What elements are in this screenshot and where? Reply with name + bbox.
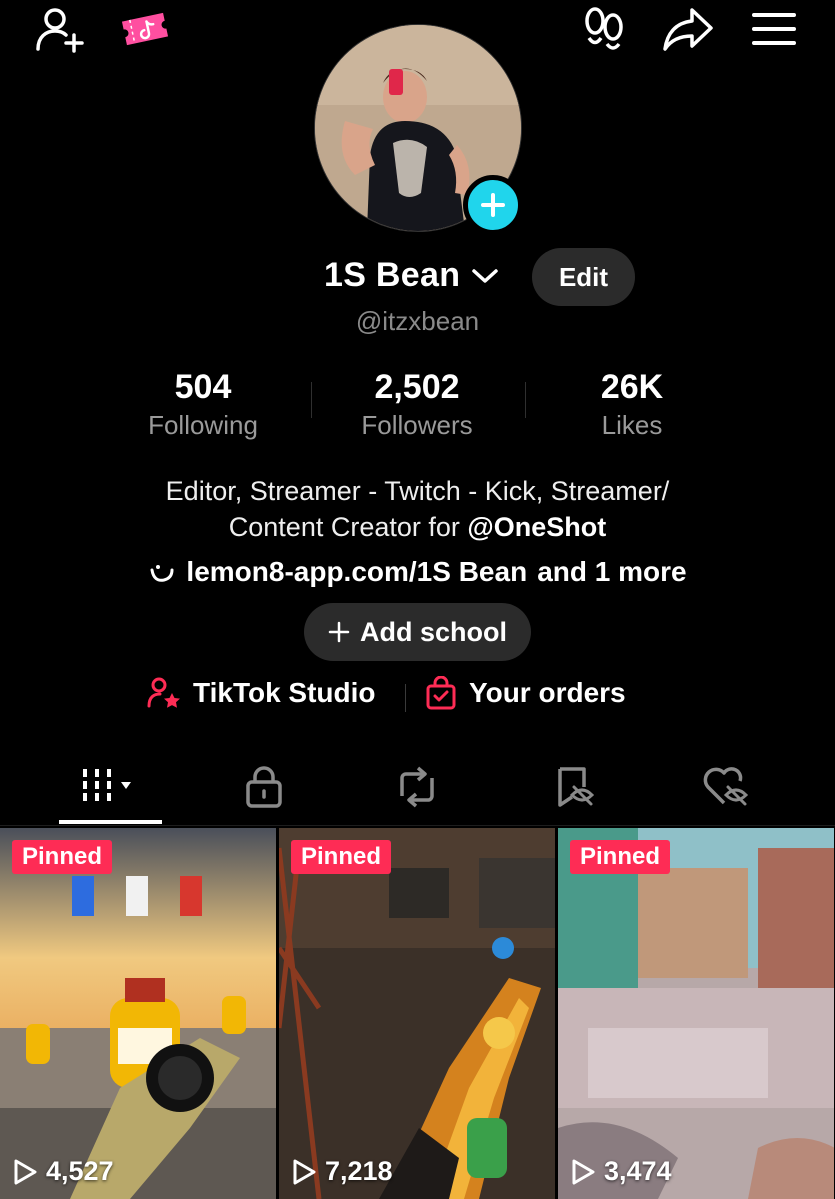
stat-label: Following (148, 410, 258, 440)
view-count: 4,527 (12, 1156, 114, 1187)
chevron-down-icon (472, 269, 498, 283)
smile-link-icon (150, 565, 174, 582)
pinned-badge: Pinned (570, 840, 671, 874)
video-thumbnail[interactable]: Pinned 7,218 (279, 828, 555, 1199)
view-count-value: 3,474 (604, 1156, 672, 1186)
add-story-button[interactable] (463, 175, 523, 235)
bio-link[interactable]: lemon8-app.com/1S Bean and 1 more (0, 556, 835, 588)
active-tab-indicator (59, 820, 162, 824)
stat-label: Likes (601, 410, 663, 440)
tabs-divider (0, 825, 835, 826)
add-school-label: Add school (360, 616, 507, 647)
stat-following[interactable]: 504 Following (96, 366, 310, 442)
ticket-button[interactable] (118, 2, 172, 56)
shopping-bag-icon (426, 676, 456, 710)
play-icon (293, 1159, 316, 1184)
share-arrow-icon (663, 8, 713, 51)
pinned-badge: Pinned (12, 840, 113, 874)
share-button[interactable] (661, 2, 715, 56)
tab-favorites[interactable] (519, 752, 629, 822)
stat-followers[interactable]: 2,502 Followers (310, 366, 524, 442)
stat-value: 2,502 (374, 368, 460, 406)
tiktok-studio-label: TikTok Studio (193, 677, 376, 708)
account-switch-button[interactable] (470, 266, 500, 286)
footprints-button[interactable] (577, 2, 631, 56)
video-grid-icon (83, 769, 131, 805)
view-count: 3,474 (570, 1156, 672, 1187)
tab-private[interactable] (209, 752, 319, 822)
play-icon (14, 1159, 37, 1184)
plus-icon (328, 621, 350, 643)
username-handle: @itzxbean (355, 306, 480, 336)
stat-label: Followers (361, 410, 473, 440)
stat-value: 26K (600, 368, 664, 406)
stat-value: 504 (174, 368, 232, 406)
menu-button[interactable] (747, 2, 801, 56)
stat-likes[interactable]: 26K Likes (525, 366, 739, 442)
lock-icon (246, 766, 282, 808)
bio-link-more[interactable]: and 1 more (537, 556, 686, 588)
thumbnail-image (558, 828, 834, 1199)
tiktok-ticket-icon (121, 12, 169, 46)
creator-star-icon (147, 677, 180, 708)
bookmark-hidden-icon (558, 767, 595, 807)
view-count-value: 7,218 (325, 1156, 393, 1186)
score-overlay (72, 876, 202, 916)
display-name[interactable]: 1S Bean (324, 256, 460, 295)
tools-divider (405, 684, 406, 712)
bio-text: Content Creator for (228, 512, 468, 542)
bio: Editor, Streamer - Twitch - Kick, Stream… (0, 473, 835, 545)
tab-videos[interactable] (56, 752, 166, 822)
heart-hidden-icon (703, 767, 749, 806)
view-count-value: 4,527 (46, 1156, 114, 1186)
bio-link-url[interactable]: lemon8-app.com/1S Bean (186, 556, 527, 588)
bio-line: Editor, Streamer - Twitch - Kick, Stream… (165, 476, 670, 506)
objective-marker (492, 937, 514, 959)
person-add-icon (36, 8, 84, 53)
video-thumbnail[interactable]: Pinned 3,474 (558, 828, 834, 1199)
add-school-button[interactable]: Add school (304, 603, 531, 661)
tiktok-studio-button[interactable]: TikTok Studio (147, 676, 376, 710)
add-friend-button[interactable] (33, 2, 87, 56)
thumbnail-image (279, 828, 555, 1199)
your-orders-button[interactable]: Your orders (425, 676, 626, 710)
footprints-icon (585, 7, 623, 50)
tab-reposts[interactable] (362, 752, 472, 822)
tab-liked[interactable] (671, 752, 781, 822)
your-orders-label: Your orders (469, 677, 626, 708)
pinned-badge: Pinned (291, 840, 392, 874)
repost-icon (400, 766, 434, 808)
view-count: 7,218 (291, 1156, 393, 1187)
edit-profile-button[interactable]: Edit (532, 248, 635, 306)
video-thumbnail[interactable]: Pinned 4,527 (0, 828, 276, 1199)
play-icon (572, 1159, 595, 1184)
bio-mention-link[interactable]: @OneShot (467, 512, 606, 542)
plus-icon (481, 193, 505, 217)
bio-line: Content Creator for @OneShot (0, 509, 835, 545)
hamburger-menu-icon (752, 13, 796, 45)
